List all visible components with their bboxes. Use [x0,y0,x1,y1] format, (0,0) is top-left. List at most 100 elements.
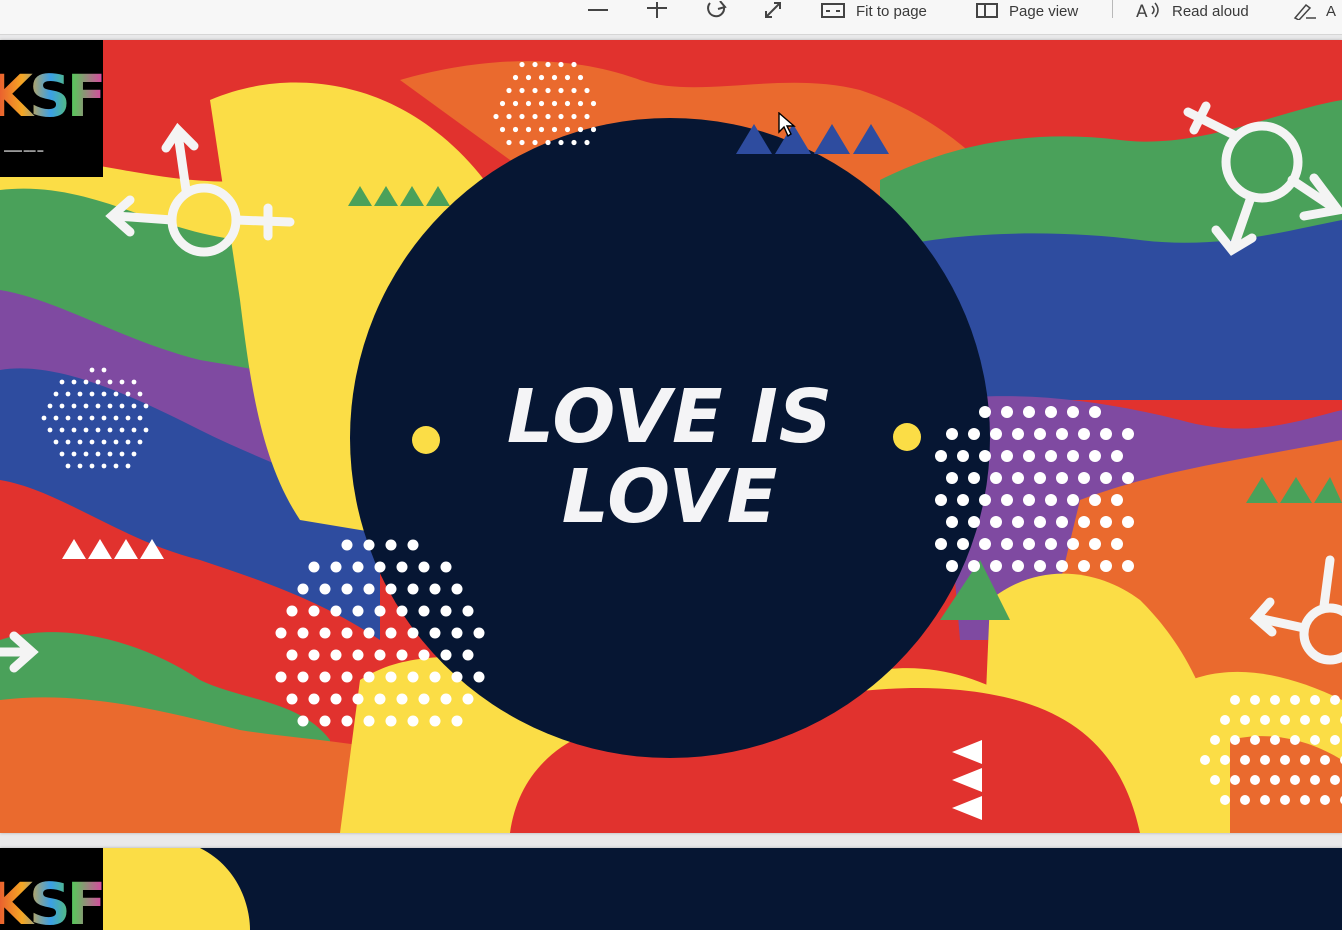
decorative-dot [1089,538,1101,550]
decorative-dot [1280,715,1290,725]
decorative-dot [308,649,320,661]
fullscreen-button[interactable] [762,0,786,22]
decorative-dot [1210,775,1220,785]
decorative-dot [1056,560,1068,572]
decorative-dot [407,627,419,639]
decorative-dot [137,439,143,445]
decorative-dot [89,367,95,373]
decorative-dot [1001,406,1013,418]
decorative-dot [95,427,101,433]
decorative-dot [125,415,131,421]
decorative-dot [1034,516,1046,528]
zoom-in-button[interactable] [645,0,669,22]
decorative-dot [1012,516,1024,528]
zoom-out-button[interactable] [586,0,610,22]
decorative-dot [571,61,577,68]
decorative-dot [525,74,532,81]
decorative-dot [451,627,463,639]
decorative-dot [107,451,113,457]
decorative-dot [545,87,551,94]
decorative-dot [1270,735,1280,745]
fit-to-page-button[interactable]: Fit to page [820,0,927,22]
decorative-dot [330,649,342,661]
decorative-dot [1012,472,1024,484]
decorative-dot [519,113,525,120]
decorative-dot [363,715,375,727]
decorative-dot [1100,472,1112,484]
decorative-dot [341,539,353,551]
decorative-dot [1045,538,1057,550]
decorative-dot [1290,735,1300,745]
decorative-dot [308,693,320,705]
decorative-dot [473,627,485,639]
decorative-dot [506,87,512,94]
decorative-dot [47,403,53,409]
decorative-dot [1034,472,1046,484]
decorative-dot [95,403,101,409]
draw-button[interactable] [1292,0,1318,22]
decorative-dot [83,403,89,409]
decorative-dot [1045,494,1057,506]
decorative-dot [545,139,551,146]
decorative-dot [297,715,309,727]
decorative-dot [440,561,452,573]
decorative-dot [499,126,506,133]
ksf-logo-page-2: KSF [0,848,103,930]
decorative-dot [363,583,375,595]
read-aloud-button[interactable]: A Read aloud [1136,0,1249,22]
pdf-page-1: KSF ▬▬▬ ▬▬ ▬ LOVE IS LOVE [0,40,1342,833]
decorative-dot [53,439,59,445]
decorative-dot [131,379,137,385]
decorative-dot [1001,450,1013,462]
add-text-button[interactable]: A [1326,0,1336,22]
page-view-button[interactable]: Page view [975,0,1078,22]
decorative-dot [1240,715,1250,725]
decorative-dot [125,391,131,397]
decorative-dot [1330,695,1340,705]
decorative-dot [101,367,107,373]
decorative-dot [946,516,958,528]
decorative-dot [113,463,119,469]
decorative-dot [1089,406,1101,418]
decorative-dot [1290,775,1300,785]
rotate-button[interactable] [704,0,730,22]
decorative-dot [1260,755,1270,765]
decorative-dot [396,561,408,573]
fit-to-page-icon [821,3,845,18]
read-aloud-icon: A [1136,2,1159,20]
decorative-dot [545,113,551,120]
decorative-dot [1300,795,1310,805]
decorative-dot [1310,735,1320,745]
decorative-dot [1067,450,1079,462]
decorative-dot [1012,560,1024,572]
decorative-dot [71,451,77,457]
decorative-dot [512,126,519,133]
decorative-dot [65,415,71,421]
decorative-dot [590,126,597,133]
decorative-dot [1034,560,1046,572]
decorative-dot [418,605,430,617]
decorative-dot [119,451,125,457]
decorative-dot [101,463,107,469]
decorative-dot [538,100,545,107]
decorative-dot [1260,795,1270,805]
decorative-dot [558,113,564,120]
decorative-dot [1220,795,1230,805]
decorative-dot [564,100,571,107]
decorative-dot [319,671,331,683]
decorative-dot [1023,406,1035,418]
decorative-dot [1270,775,1280,785]
decorative-dot [571,139,577,146]
decorative-dot [1250,735,1260,745]
decorative-dot [957,450,969,462]
decorative-dot [551,100,558,107]
decorative-dot [1250,695,1260,705]
decorative-dot [286,693,298,705]
decorative-dot [1001,538,1013,550]
decorative-dot [1260,715,1270,725]
decorative-dot [1310,775,1320,785]
decorative-dot [418,561,430,573]
decorative-dot [935,450,947,462]
decorative-dot [1230,695,1240,705]
decorative-dot [59,427,65,433]
